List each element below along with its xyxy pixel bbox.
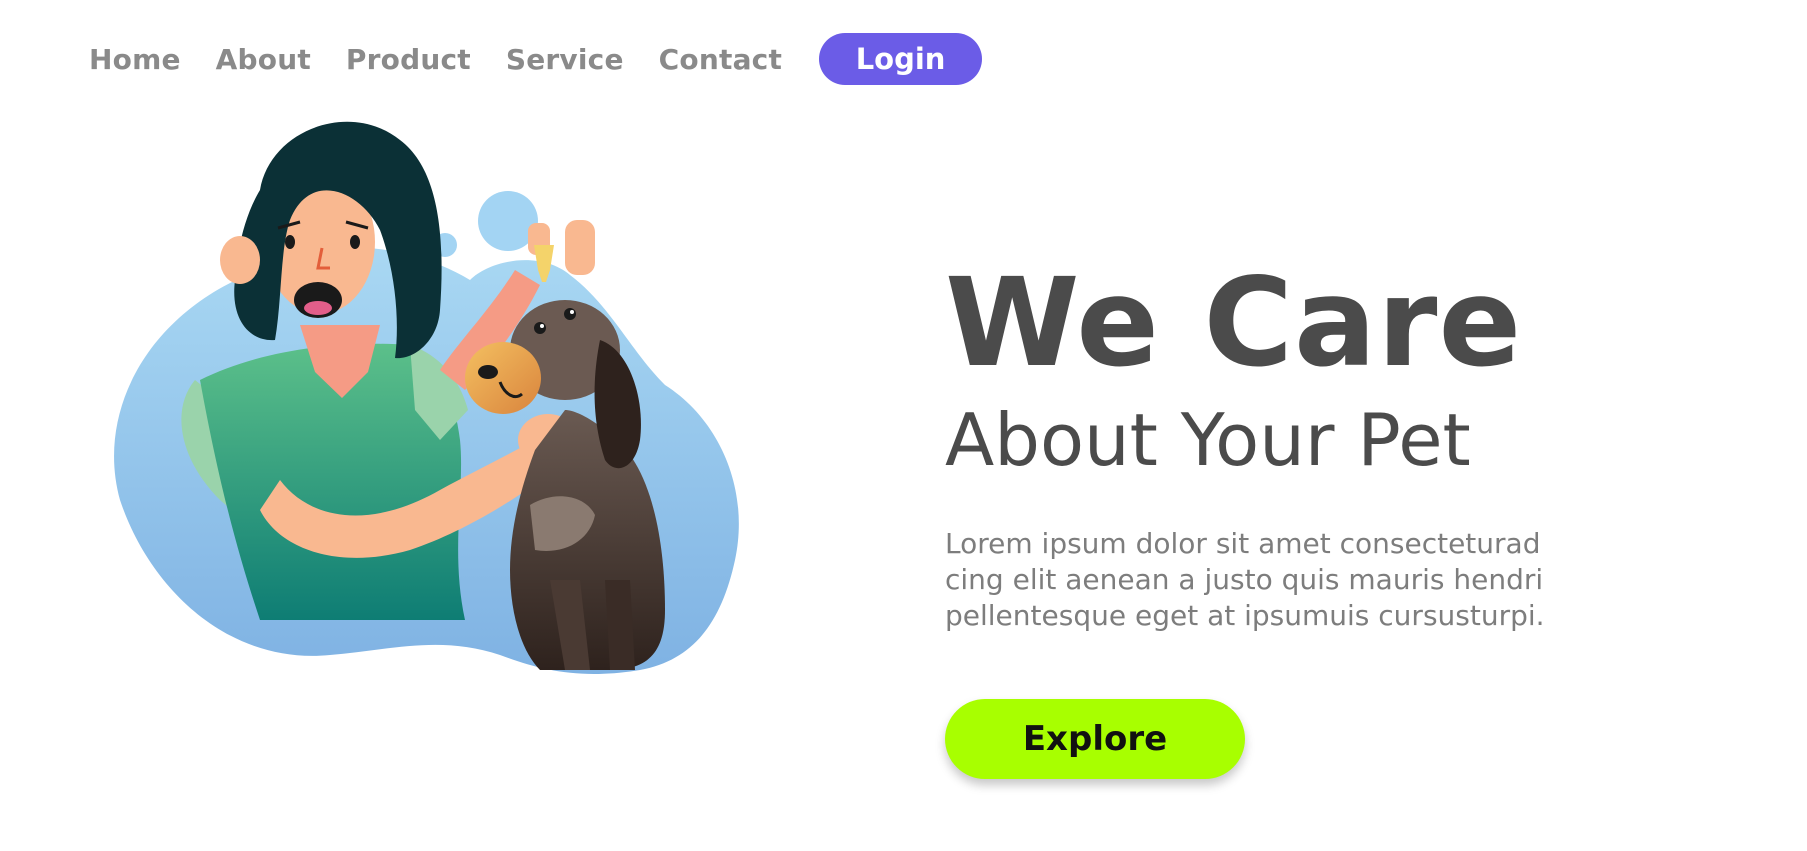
- hero-section: We Care About Your Pet Lorem ipsum dolor…: [945, 262, 1705, 779]
- hero-headline: We Care: [945, 252, 1523, 394]
- hero-description-line: pellentesque eget at ipsumuis cursusturp…: [945, 599, 1545, 632]
- nav-about-link[interactable]: About: [216, 43, 311, 76]
- hero-subheadline: About Your Pet: [945, 398, 1471, 482]
- hero-description-line: cing elit aenean a justo quis mauris hen…: [945, 563, 1544, 596]
- nav-home-link[interactable]: Home: [89, 43, 181, 76]
- hero-description: Lorem ipsum dolor sit amet consecteturad…: [945, 526, 1705, 634]
- nav-product-link[interactable]: Product: [346, 43, 471, 76]
- nav-contact-link[interactable]: Contact: [659, 43, 782, 76]
- nav-service-link[interactable]: Service: [506, 43, 624, 76]
- woman-dog-eyedrop-icon: [114, 121, 739, 675]
- explore-button[interactable]: Explore: [945, 699, 1245, 779]
- dog-snout: [465, 342, 541, 414]
- hero-description-line: Lorem ipsum dolor sit amet consecteturad: [945, 527, 1541, 560]
- top-nav: Home About Product Service Contact Login: [89, 33, 983, 85]
- vet-care-illustration: [110, 110, 850, 760]
- landing-page: Home About Product Service Contact Login: [0, 0, 1807, 851]
- login-button[interactable]: Login: [819, 33, 983, 85]
